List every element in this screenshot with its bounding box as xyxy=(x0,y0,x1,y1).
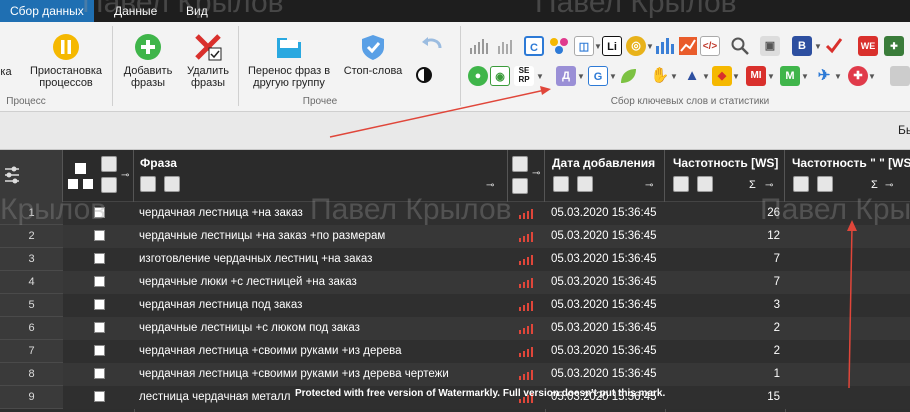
watermark-notice: Protected with free version of Watermark… xyxy=(295,388,666,399)
arrowhead xyxy=(540,86,551,95)
arrowhead xyxy=(847,220,857,231)
app-window: Сбор данных Данные Вид ка Приостановка п… xyxy=(0,0,910,412)
annotation-arrow xyxy=(848,225,853,389)
annotation-arrows xyxy=(329,86,857,389)
annotation-arrow xyxy=(329,89,546,138)
